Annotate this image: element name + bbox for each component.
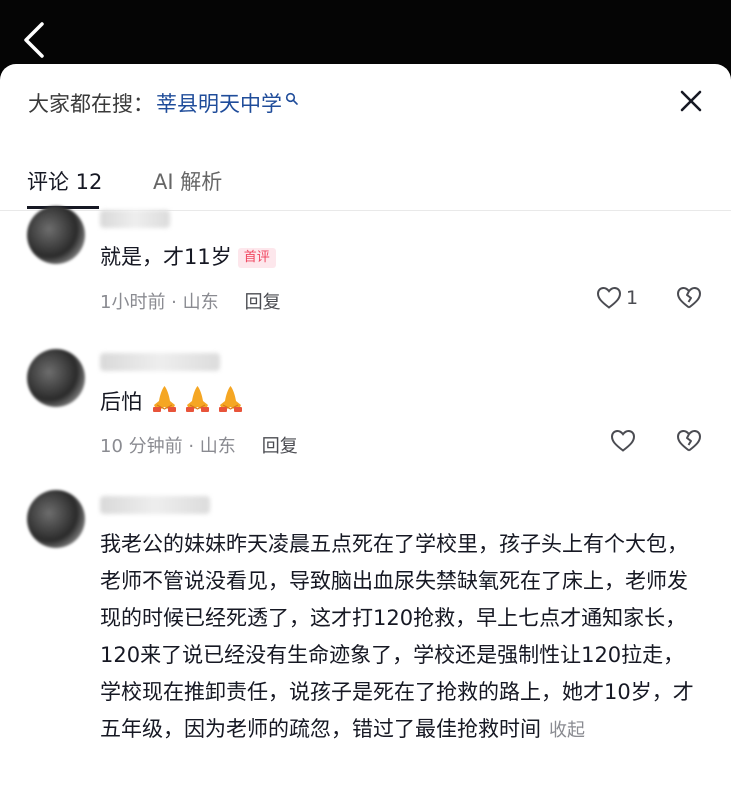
reply-button[interactable]: 回复	[245, 292, 281, 313]
tab-bar: 评论 12 AI 解析	[0, 160, 731, 211]
praying-hands-icon	[185, 386, 209, 412]
avatar[interactable]	[27, 206, 85, 264]
reply-button[interactable]: 回复	[262, 436, 298, 457]
broken-heart-icon	[677, 287, 701, 309]
like-button[interactable]	[610, 429, 636, 453]
time-location: 10 分钟前 · 山东	[100, 436, 236, 457]
praying-hands-icon	[152, 386, 176, 412]
chevron-left-icon	[24, 22, 44, 58]
comment-body: 就是，才11岁	[100, 245, 232, 269]
comment-text: 后怕	[100, 383, 248, 419]
top-bar	[0, 0, 731, 70]
close-button[interactable]	[676, 86, 706, 116]
emoji-group	[149, 386, 248, 414]
first-comment-badge: 首评	[237, 248, 276, 268]
close-icon	[680, 90, 702, 112]
comment-author-blurred[interactable]	[100, 210, 170, 228]
comment-meta: 1小时前 · 山东 回复	[100, 288, 281, 314]
collapse-button[interactable]: 收起	[549, 720, 585, 741]
heart-icon	[596, 286, 622, 309]
avatar[interactable]	[27, 349, 85, 407]
like-button[interactable]: 1	[596, 286, 638, 310]
praying-hands-icon	[218, 386, 242, 412]
comment-body: 后怕	[100, 390, 142, 414]
comment-author-blurred[interactable]	[100, 353, 220, 371]
tab-ai-analysis[interactable]: AI 解析	[153, 166, 222, 196]
tab-comments[interactable]: 评论 12	[27, 166, 102, 196]
dislike-button[interactable]	[676, 286, 702, 314]
comment-author-blurred[interactable]	[100, 496, 210, 514]
search-prefix: 大家都在搜：	[28, 92, 154, 116]
comment-meta: 10 分钟前 · 山东 回复	[100, 432, 298, 458]
dislike-button[interactable]	[676, 429, 702, 457]
search-term-link[interactable]: 莘县明天中学	[156, 88, 282, 118]
comment-text: 我老公的妹妹昨天凌晨五点死在了学校里，孩子头上有个大包，老师不管说没看见，导致脑…	[100, 526, 700, 749]
heart-icon	[610, 429, 636, 452]
time-location: 1小时前 · 山东	[100, 292, 219, 313]
like-count: 1	[626, 287, 639, 309]
broken-heart-icon	[677, 430, 701, 452]
search-suggestion[interactable]: 大家都在搜： 莘县明天中学	[28, 88, 299, 118]
comment-body: 我老公的妹妹昨天凌晨五点死在了学校里，孩子头上有个大包，老师不管说没看见，导致脑…	[100, 532, 694, 741]
back-button[interactable]	[22, 20, 62, 64]
comment-text: 就是，才11岁 首评	[100, 240, 276, 274]
search-icon	[285, 87, 299, 111]
avatar[interactable]	[27, 490, 85, 548]
comment-sheet: 大家都在搜： 莘县明天中学 评论 12 AI 解析 就是，才11岁 首评 1小时前…	[0, 64, 731, 800]
